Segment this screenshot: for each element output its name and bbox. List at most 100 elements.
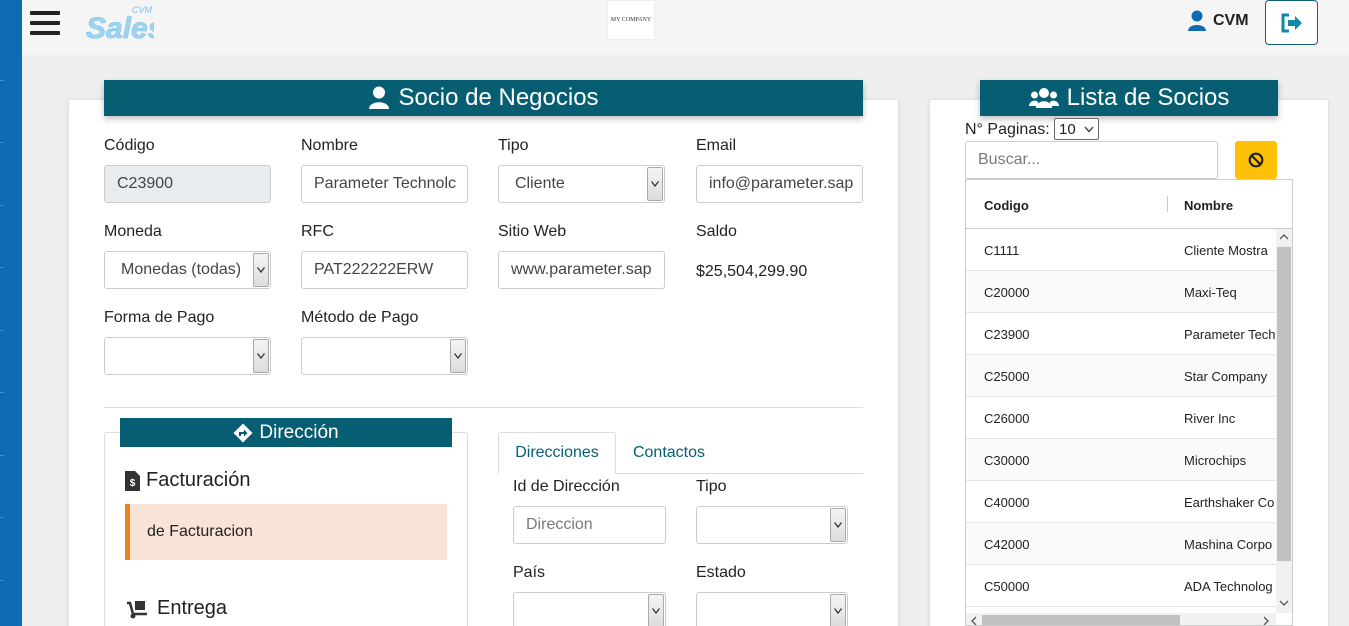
cell-nombre: Microchips [1184, 453, 1247, 468]
side-strip [0, 0, 22, 626]
cell-nombre: Star Company [1184, 369, 1268, 384]
tipo-label: Tipo [498, 137, 529, 154]
id-direccion-label: Id de Dirección [513, 478, 620, 495]
chevron-right-icon [1263, 616, 1269, 625]
chevron-down-icon [830, 594, 846, 626]
table-row[interactable]: C50000 ADA Technolog [966, 565, 1276, 607]
cell-codigo: C20000 [984, 285, 1030, 300]
app-logo: CVM Sales [86, 5, 154, 44]
cell-nombre: Mashina Corpo [1184, 537, 1273, 552]
table-row[interactable]: C30000 Microchips [966, 439, 1276, 481]
dir-tipo-select[interactable] [696, 506, 848, 544]
direccion-banner: Dirección [120, 418, 452, 447]
nombre-field[interactable]: Parameter Technolc [301, 165, 468, 203]
cell-codigo: C42000 [984, 537, 1030, 552]
clear-search-button[interactable] [1235, 141, 1277, 179]
cell-nombre: Earthshaker Co [1184, 495, 1275, 510]
pages-value: 10 [1059, 120, 1076, 138]
sitio-field[interactable]: www.parameter.sap [498, 251, 665, 289]
ban-icon [1248, 152, 1264, 168]
vertical-scrollbar[interactable] [1276, 229, 1292, 613]
chevron-down-icon [1084, 126, 1094, 133]
tab-contactos[interactable]: Contactos [616, 432, 722, 474]
search-input[interactable]: Buscar... [965, 141, 1218, 179]
moneda-select[interactable]: Monedas (todas) [104, 251, 271, 289]
table-row[interactable]: C1111 Cliente Mostra [966, 229, 1276, 271]
horizontal-scroll-thumb[interactable] [982, 615, 1180, 625]
direccion-title: Dirección [259, 421, 339, 443]
pages-label: N° Paginas: [965, 121, 1050, 138]
address-tabs: Direcciones Contactos [498, 432, 863, 474]
user-menu[interactable]: CVM [1187, 10, 1249, 32]
estado-select[interactable] [696, 592, 848, 626]
table-row[interactable]: C40000 Earthshaker Co [966, 481, 1276, 523]
cell-nombre: Maxi-Teq [1184, 285, 1237, 300]
codigo-field[interactable]: C23900 [104, 165, 271, 203]
metodo-pago-label: Método de Pago [301, 309, 419, 326]
tab-direcciones[interactable]: Direcciones [498, 432, 616, 474]
table-row[interactable]: C26000 River Inc [966, 397, 1276, 439]
rfc-field[interactable]: PAT222222ERW [301, 251, 468, 289]
table-row[interactable]: C23900 Parameter Tech [966, 313, 1276, 355]
cell-codigo: C25000 [984, 369, 1030, 384]
grid-header: Codigo Nombre [966, 180, 1292, 229]
invoice-icon: $ [125, 470, 140, 491]
dolly-icon [127, 600, 147, 618]
company-logo: MY COMPANY [607, 0, 655, 40]
sitio-label: Sitio Web [498, 223, 567, 240]
facturacion-address: de Facturacion [125, 504, 447, 560]
id-direccion-field[interactable]: Direccion [513, 506, 666, 544]
tipo-value: Cliente [515, 175, 565, 192]
forma-pago-select[interactable] [104, 337, 271, 375]
company-logo-text: MY COMPANY [610, 17, 652, 23]
chevron-up-icon [1279, 234, 1289, 240]
pages-select[interactable]: 10 [1054, 118, 1099, 140]
cell-codigo: C30000 [984, 453, 1030, 468]
pais-label: País [513, 564, 546, 581]
entrega-heading: Entrega [125, 597, 227, 620]
socios-grid: Codigo Nombre C1111 Cliente Mostra C20000… [965, 179, 1293, 626]
column-header-codigo[interactable]: Codigo [984, 198, 1029, 213]
chevron-left-icon [971, 616, 977, 625]
chevron-down-icon [450, 339, 466, 373]
saldo-value: $25,504,299.90 [696, 263, 808, 280]
moneda-label: Moneda [104, 223, 162, 240]
cell-nombre: Parameter Tech [1184, 327, 1276, 342]
table-row[interactable]: C42000 Mashina Corpo [966, 523, 1276, 565]
metodo-pago-select[interactable] [301, 337, 468, 375]
divider [104, 407, 863, 408]
cell-nombre: River Inc [1184, 411, 1236, 426]
nombre-label: Nombre [301, 137, 358, 154]
pais-select[interactable] [513, 592, 666, 626]
table-row[interactable]: C20000 Maxi-Teq [966, 271, 1276, 313]
codigo-label: Código [104, 137, 155, 154]
lista-banner: Lista de Socios [980, 80, 1278, 116]
top-bar: CVM Sales MY COMPANY CVM [22, 0, 1349, 55]
estado-label: Estado [696, 564, 746, 581]
tipo-select[interactable]: Cliente [498, 165, 665, 203]
chevron-down-icon [253, 253, 269, 287]
email-field[interactable]: info@parameter.sap [696, 165, 863, 203]
cell-codigo: C1111 [984, 243, 1020, 258]
socio-banner: Socio de Negocios [104, 80, 863, 116]
facturacion-heading: $ Facturación [125, 469, 251, 492]
facturacion-label: Facturación [146, 469, 251, 491]
menu-icon[interactable] [30, 11, 60, 37]
moneda-value: Monedas (todas) [121, 261, 242, 278]
cell-codigo: C23900 [984, 327, 1030, 342]
chevron-down-icon [830, 508, 846, 542]
cell-codigo: C26000 [984, 411, 1030, 426]
chevron-down-icon [648, 594, 664, 626]
sign-out-icon [1281, 13, 1302, 32]
directions-icon [233, 423, 253, 442]
lista-title: Lista de Socios [1066, 84, 1230, 111]
vertical-scroll-thumb[interactable] [1277, 247, 1291, 561]
chevron-down-icon [1279, 600, 1289, 606]
cell-nombre: Cliente Mostra [1184, 243, 1268, 258]
dir-tipo-label: Tipo [696, 478, 727, 495]
horizontal-scrollbar[interactable] [966, 613, 1276, 625]
column-header-nombre[interactable]: Nombre [1184, 198, 1233, 213]
cell-codigo: C40000 [984, 495, 1030, 510]
table-row[interactable]: C25000 Star Company [966, 355, 1276, 397]
logout-button[interactable] [1265, 0, 1318, 45]
